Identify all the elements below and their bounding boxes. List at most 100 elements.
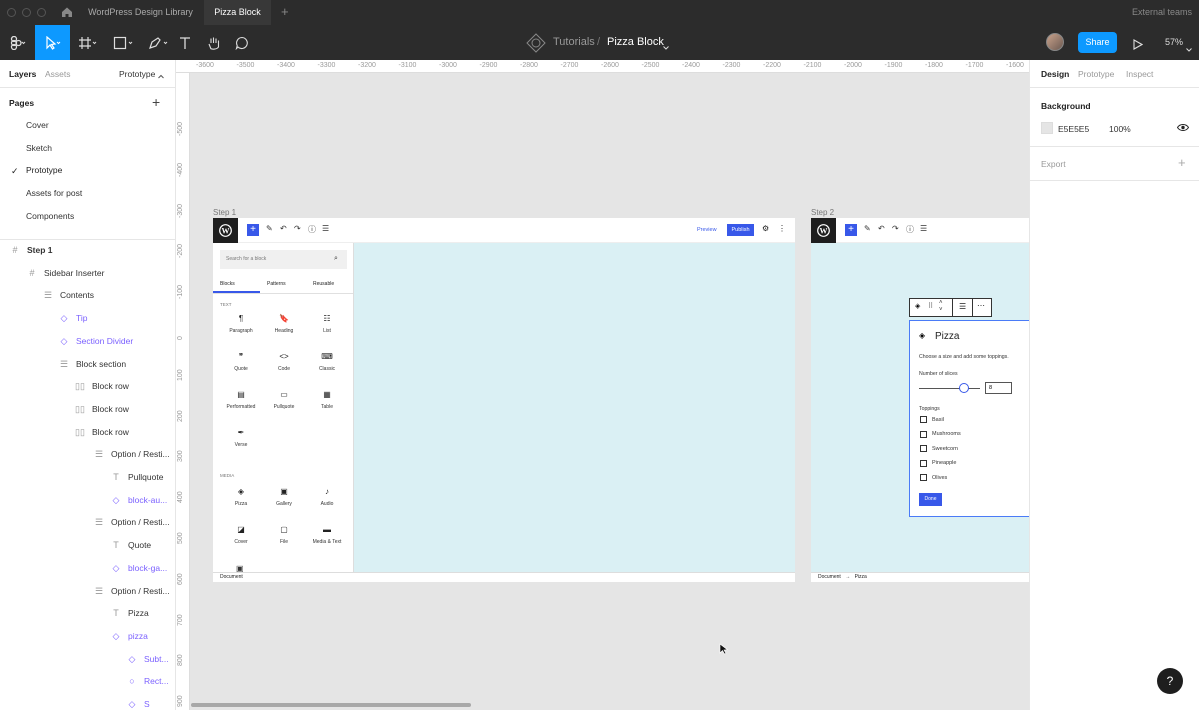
- preview-button[interactable]: Preview: [697, 227, 717, 233]
- block-item-code[interactable]: <> Code: [264, 352, 304, 372]
- share-button[interactable]: Share: [1078, 32, 1117, 53]
- breadcrumb-parent[interactable]: Tutorials: [553, 36, 595, 48]
- block-item-paragraph[interactable]: ¶ Paragraph: [221, 314, 261, 334]
- pizza-block[interactable]: ◈ Pizza Choose a size and add some toppi…: [909, 320, 1029, 517]
- tab-reusable[interactable]: Reusable: [313, 281, 334, 287]
- home-icon[interactable]: [61, 6, 73, 18]
- topping-checkbox[interactable]: Olives: [920, 474, 947, 481]
- layer-item[interactable]: ☰ Option / Resti...: [0, 443, 175, 465]
- redo-icon[interactable]: ↷: [294, 224, 301, 233]
- chevron-down-icon[interactable]: [663, 38, 669, 50]
- frame-label-step2[interactable]: Step 2: [811, 208, 834, 217]
- new-tab-button[interactable]: +: [281, 0, 295, 25]
- block-item-audio[interactable]: ♪ Audio: [307, 487, 347, 507]
- slices-input[interactable]: 8: [985, 382, 1012, 394]
- block-item-heading[interactable]: 🔖 Heading: [264, 314, 304, 334]
- layer-item[interactable]: ▯▯ Block row: [0, 375, 175, 397]
- block-item-media-text[interactable]: ▬ Media & Text: [307, 525, 347, 545]
- topping-checkbox[interactable]: Pineapple: [920, 459, 956, 467]
- canvas[interactable]: Step 1 W + ✎ ↶ ↷ ⓘ ☰ Preview Publish ⚙ ⋮…: [191, 74, 1029, 710]
- embed-block-icon[interactable]: ▣: [236, 564, 244, 572]
- zoom-level[interactable]: 57%: [1165, 37, 1183, 47]
- tab-assets[interactable]: Assets: [45, 69, 71, 79]
- maximize-window-icon[interactable]: [37, 8, 46, 17]
- hand-tool-button[interactable]: [204, 25, 224, 60]
- layer-item[interactable]: ◇ pizza: [0, 625, 175, 647]
- layer-item[interactable]: ☰ Option / Resti...: [0, 511, 175, 533]
- comment-tool-button[interactable]: [232, 25, 252, 60]
- layer-item[interactable]: ▯▯ Block row: [0, 421, 175, 443]
- background-opacity-input[interactable]: 100%: [1109, 124, 1131, 134]
- checkbox-box[interactable]: [920, 474, 927, 481]
- list-view-icon[interactable]: ☰: [322, 224, 329, 233]
- block-item-gallery[interactable]: ▣ Gallery: [264, 487, 304, 507]
- page-item[interactable]: Sketch: [0, 137, 175, 159]
- block-item-quote[interactable]: ❞ Quote: [221, 352, 261, 372]
- background-color-swatch[interactable]: [1041, 122, 1053, 134]
- block-item-classic[interactable]: ⌨ Classic: [307, 352, 347, 372]
- layer-item[interactable]: T Pizza: [0, 602, 175, 624]
- file-name[interactable]: Pizza Block: [607, 36, 664, 48]
- page-item[interactable]: Cover: [0, 114, 175, 136]
- done-button[interactable]: Done: [919, 493, 942, 506]
- block-item-table[interactable]: ▦ Table: [307, 390, 347, 410]
- layer-item[interactable]: ◇ Section Divider: [0, 330, 175, 352]
- block-item-file[interactable]: ▢ File: [264, 525, 304, 545]
- horizontal-scrollbar[interactable]: [191, 703, 471, 707]
- block-item-pizza[interactable]: ◈ Pizza: [221, 487, 261, 507]
- layer-item[interactable]: ☰ Option / Resti...: [0, 580, 175, 602]
- checkbox-box[interactable]: [920, 459, 927, 467]
- editor-footer[interactable]: Document: [213, 572, 795, 582]
- layer-item[interactable]: ☰ Block section: [0, 353, 175, 375]
- minimize-window-icon[interactable]: [22, 8, 31, 17]
- external-teams-label[interactable]: External teams: [1110, 0, 1192, 25]
- edit-pencil-icon[interactable]: ✎: [864, 224, 871, 233]
- close-window-icon[interactable]: [7, 8, 16, 17]
- tab-inspect[interactable]: Inspect: [1126, 69, 1153, 79]
- page-item[interactable]: Assets for post: [0, 182, 175, 204]
- info-icon[interactable]: ⓘ: [906, 224, 914, 235]
- block-item-performatted[interactable]: ▤ Performatted: [221, 390, 261, 410]
- layer-item[interactable]: ◇ Tip: [0, 307, 175, 329]
- layer-item[interactable]: ◇ Subt...: [0, 648, 175, 670]
- topping-checkbox[interactable]: Sweetcorn: [920, 445, 958, 452]
- layer-item[interactable]: # Sidebar Inserter: [0, 262, 175, 284]
- undo-icon[interactable]: ↶: [878, 224, 885, 233]
- text-tool-button[interactable]: [176, 25, 194, 60]
- info-icon[interactable]: ⓘ: [308, 224, 316, 235]
- add-block-icon[interactable]: +: [247, 224, 259, 236]
- pen-tool-button[interactable]: [143, 25, 175, 60]
- chevron-up-icon[interactable]: [158, 71, 164, 79]
- page-item[interactable]: Prototype: [0, 159, 175, 181]
- add-export-button[interactable]: +: [1178, 155, 1186, 170]
- more-options-icon[interactable]: ⋮: [778, 224, 786, 233]
- layer-item[interactable]: T Pullquote: [0, 466, 175, 488]
- wordpress-logo-icon[interactable]: W: [213, 218, 238, 243]
- layer-item[interactable]: ◇ block-au...: [0, 489, 175, 511]
- avatar[interactable]: [1046, 33, 1064, 51]
- tab-pizza-block[interactable]: Pizza Block: [204, 0, 271, 25]
- eye-icon[interactable]: [1176, 123, 1190, 132]
- main-menu-button[interactable]: [0, 25, 35, 60]
- tab-layers[interactable]: Layers: [9, 69, 36, 79]
- present-icon[interactable]: [1133, 37, 1144, 50]
- more-options-icon[interactable]: ⋯: [977, 301, 985, 310]
- page-prototype-dropdown[interactable]: Prototype: [119, 69, 155, 79]
- layer-item[interactable]: ◇ S: [0, 693, 175, 710]
- layer-item[interactable]: ◇ block-ga...: [0, 557, 175, 579]
- move-tool-button[interactable]: [35, 25, 70, 60]
- topping-checkbox[interactable]: Mushrooms: [920, 430, 961, 438]
- topping-checkbox[interactable]: Basil: [920, 416, 944, 423]
- block-item-list[interactable]: ☷ List: [307, 314, 347, 334]
- block-item-verse[interactable]: ✒ Verse: [221, 428, 261, 448]
- layer-item[interactable]: ○ Rect...: [0, 670, 175, 692]
- tab-design[interactable]: Design: [1041, 69, 1069, 79]
- edit-pencil-icon[interactable]: ✎: [266, 224, 273, 233]
- block-search-input[interactable]: Search for a block: [220, 250, 347, 269]
- publish-button[interactable]: Publish: [727, 224, 754, 236]
- align-icon[interactable]: ☰: [959, 302, 966, 311]
- checkbox-box[interactable]: [920, 416, 927, 423]
- frame-step2[interactable]: W + ✎ ↶ ↷ ⓘ ☰ ◈ ⠿ ˄ ˅ ☰ ⋯ ◈ Pizza Choose …: [811, 218, 1029, 582]
- breadcrumb-document[interactable]: Document: [818, 574, 841, 580]
- slices-slider-thumb[interactable]: [959, 383, 969, 393]
